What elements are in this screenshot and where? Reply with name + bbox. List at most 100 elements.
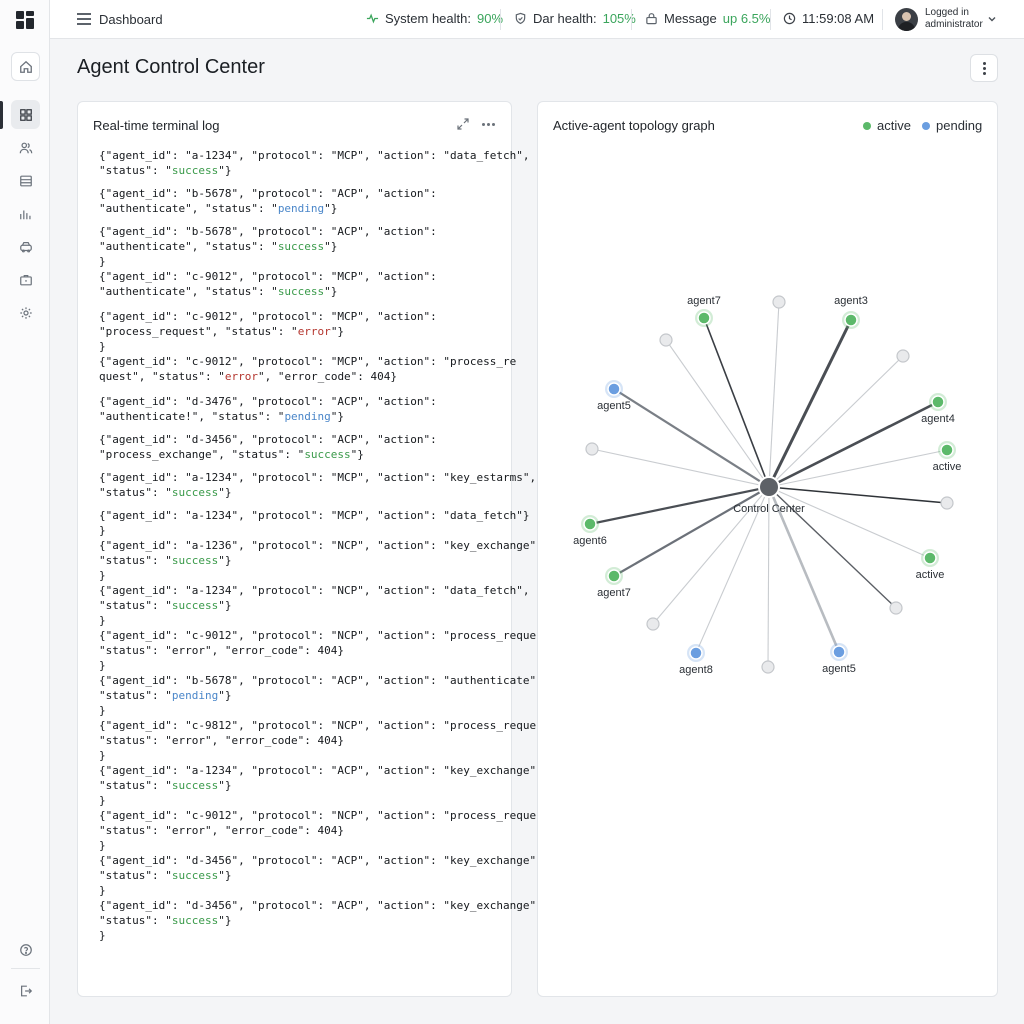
expand-icon[interactable]: [456, 117, 470, 131]
topology-edge: [703, 317, 770, 488]
log-line: "status": "error", "error_code": 404}: [99, 824, 345, 837]
log-line: }: [99, 255, 106, 268]
log-line: {"agent_id": "c-9812", "protocol": "NCP"…: [99, 719, 563, 732]
log-line: }: [99, 929, 106, 942]
topology-edge: [768, 449, 948, 488]
log-entry: {"agent_id": "b-5678", "protocol": "ACP"…: [99, 673, 543, 718]
node-active[interactable]: [938, 441, 956, 459]
log-line: "status": "pending"}: [99, 689, 232, 702]
agents-icon[interactable]: [11, 232, 40, 261]
log-entry: {"agent_id": "c-9812", "protocol": "NCP"…: [99, 718, 563, 763]
divider: [882, 9, 883, 30]
node-agent7[interactable]: [695, 309, 713, 327]
node-label: active: [933, 461, 962, 473]
log-line: }: [99, 569, 106, 582]
node-agent6[interactable]: [581, 515, 599, 533]
log-line: {"agent_id": "a-1234", "protocol": "MCP"…: [99, 471, 537, 484]
message-label: Message: [664, 11, 717, 26]
hamburger-menu-icon[interactable]: [77, 13, 91, 25]
breadcrumb[interactable]: Dashboard: [99, 12, 163, 27]
node-idle[interactable]: [889, 601, 903, 615]
log-status: success: [171, 779, 219, 792]
log-entry: {"agent_id": "c-9012", "protocol": "MCP"…: [99, 269, 509, 299]
node-idle[interactable]: [940, 496, 954, 510]
log-status: error: [297, 325, 331, 338]
divider: [770, 9, 771, 30]
node-agent3[interactable]: [842, 311, 860, 329]
log-entry: {"agent_id": "c-9012", "protocol": "NCP"…: [99, 628, 563, 673]
user-avatar[interactable]: [895, 8, 918, 31]
page-title: Agent Control Center: [77, 56, 265, 78]
node-agent5[interactable]: [830, 643, 848, 661]
node-label: active: [916, 569, 945, 581]
log-entry: {"agent_id": "c-9012", "protocol": "MCP"…: [99, 309, 509, 354]
log-status: success: [171, 869, 219, 882]
logout-icon[interactable]: [11, 976, 40, 1005]
node-agent5[interactable]: [605, 380, 623, 398]
node-idle[interactable]: [772, 295, 786, 309]
home-icon[interactable]: [11, 52, 40, 81]
node-agent4[interactable]: [929, 393, 947, 411]
log-line: {"agent_id": "d-3456", "protocol": "ACP"…: [99, 854, 543, 867]
clock-time: 11:59:08 AM: [802, 11, 875, 26]
log-line: }: [99, 659, 106, 672]
node-idle[interactable]: [646, 617, 660, 631]
log-status: success: [277, 285, 325, 298]
database-icon[interactable]: [11, 166, 40, 195]
page-more-options-button[interactable]: [970, 54, 998, 82]
log-status: success: [171, 914, 219, 927]
log-status: pending: [277, 202, 325, 215]
topology-edge: [768, 301, 780, 488]
log-entry: {"agent_id": "c-9012", "protocol": "NCP"…: [99, 808, 563, 853]
more-vertical-icon: [982, 61, 986, 75]
analytics-icon[interactable]: [11, 199, 40, 228]
log-line: "authenticate", "status": "pending"}: [99, 202, 338, 215]
node-label: agent7: [687, 295, 721, 307]
log-line: "authenticate", "status": "success"}: [99, 240, 338, 253]
log-entry: {"agent_id": "c-9012", "protocol": "MCP"…: [99, 354, 516, 384]
log-status: pending: [171, 689, 219, 702]
log-line: }: [99, 614, 106, 627]
log-entry: {"agent_id": "d-3456", "protocol": "ACP"…: [99, 432, 509, 462]
topology-edge: [591, 448, 770, 488]
log-line: {"agent_id": "a-1234", "protocol": "MCP"…: [99, 149, 530, 162]
settings-gear-icon[interactable]: [11, 298, 40, 327]
log-line: {"agent_id": "d-3456", "protocol": "ACP"…: [99, 899, 543, 912]
node-active[interactable]: [921, 549, 939, 567]
help-icon[interactable]: [11, 935, 40, 964]
chevron-down-icon[interactable]: [987, 14, 997, 24]
log-line: {"agent_id": "c-9012", "protocol": "MCP"…: [99, 310, 437, 323]
briefcase-icon[interactable]: [11, 265, 40, 294]
node-idle[interactable]: [761, 660, 775, 674]
topology-panel: Active-agent topology graph active pendi…: [537, 101, 998, 997]
node-idle[interactable]: [659, 333, 673, 347]
node-agent7[interactable]: [605, 567, 623, 585]
terminal-log-title: Real-time terminal log: [93, 118, 220, 133]
topology-edge: [768, 400, 939, 489]
log-line: "status": "success"}: [99, 779, 232, 792]
control-center-node[interactable]: [758, 476, 780, 498]
log-line: {"agent_id": "a-1234", "protocol": "MCP"…: [99, 509, 530, 522]
log-entry: {"agent_id": "a-1234", "protocol": "NCP"…: [99, 583, 529, 628]
divider: [631, 9, 632, 30]
topology-edge: [768, 486, 931, 559]
node-idle[interactable]: [896, 349, 910, 363]
users-icon[interactable]: [11, 133, 40, 162]
log-status: error: [224, 370, 258, 383]
log-line: "process_exchange", "status": "success"}: [99, 448, 364, 461]
node-agent8[interactable]: [687, 644, 705, 662]
log-line: "status": "success"}: [99, 164, 232, 177]
node-label: agent6: [573, 535, 607, 547]
system-health-label: System health:: [385, 11, 471, 26]
log-line: {"agent_id": "d-3456", "protocol": "ACP"…: [99, 433, 437, 446]
more-horizontal-icon[interactable]: [482, 123, 495, 126]
log-status: pending: [284, 410, 331, 423]
log-line: "status": "error", "error_code": 404}: [99, 644, 345, 657]
log-line: {"agent_id": "c-9012", "protocol": "NCP"…: [99, 809, 563, 822]
divider: [500, 9, 501, 30]
dashboard-grid-icon[interactable]: [11, 100, 40, 129]
dar-health-stat: Dar health: 105%: [514, 11, 636, 26]
node-idle[interactable]: [585, 442, 599, 456]
topology-edge: [767, 319, 853, 488]
log-line: "authenticate!", "status": "pending"}: [99, 410, 345, 423]
